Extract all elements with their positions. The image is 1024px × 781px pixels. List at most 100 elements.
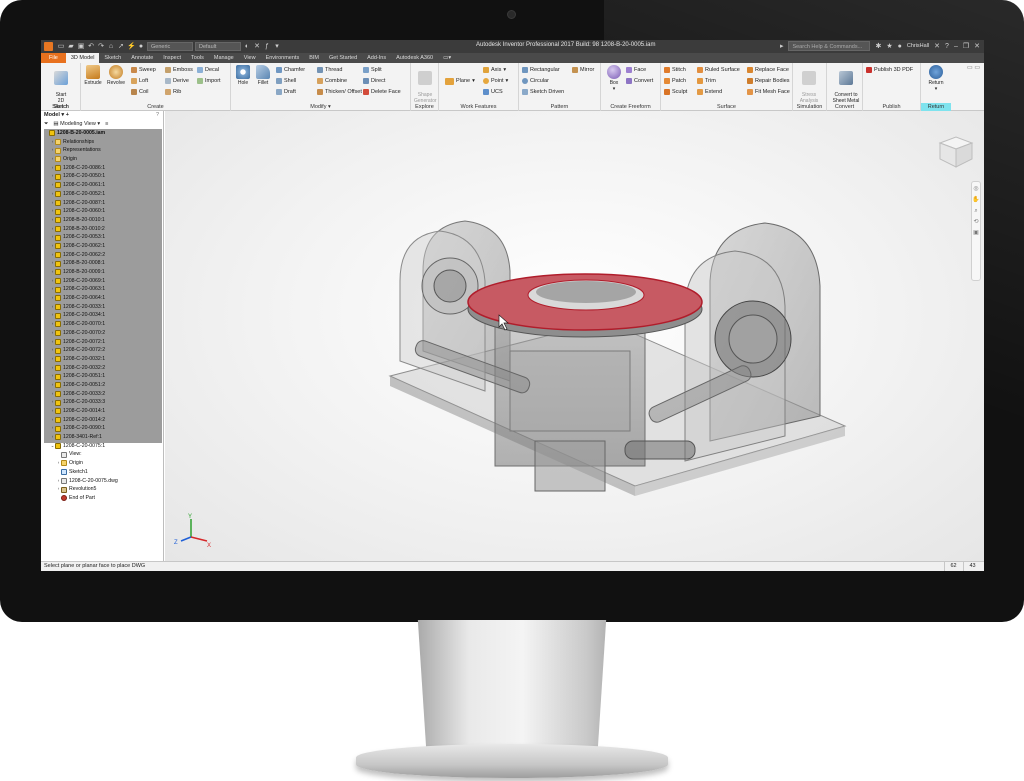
tree-node[interactable]: › 1208-C-20-0090:1 bbox=[41, 424, 163, 433]
extrude-button[interactable]: Extrude bbox=[82, 65, 104, 86]
repair-bodies-button[interactable]: Repair Bodies bbox=[747, 77, 790, 85]
search-arrow-icon[interactable]: ▸ bbox=[780, 42, 784, 50]
shell-button[interactable]: Shell bbox=[276, 77, 296, 85]
thread-button[interactable]: Thread bbox=[317, 66, 342, 74]
tree-node[interactable]: View: bbox=[41, 450, 163, 459]
exchange-icon[interactable]: ✕ bbox=[934, 42, 940, 50]
ruled-surface-button[interactable]: Ruled Surface bbox=[697, 66, 740, 74]
tree-node[interactable]: › 1208-C-20-0060:1 bbox=[41, 207, 163, 216]
tree-node[interactable]: › 1208-C-20-0072:1 bbox=[41, 338, 163, 347]
color-icon[interactable]: ● bbox=[137, 43, 145, 51]
tree-node[interactable]: › 1208-3401-Ref:1 bbox=[41, 433, 163, 442]
pan-icon[interactable]: ✋ bbox=[972, 197, 979, 204]
tab-3d-model[interactable]: 3D Model bbox=[65, 53, 100, 63]
help-search-input[interactable]: Search Help & Commands... bbox=[788, 41, 871, 51]
save-icon[interactable]: ▣ bbox=[77, 43, 85, 51]
tree-node[interactable]: › 1208-B-20-0009:1 bbox=[41, 268, 163, 277]
hole-button[interactable]: Hole bbox=[232, 65, 254, 86]
user-icon[interactable]: ● bbox=[898, 43, 902, 50]
tree-node[interactable]: › 1208-C-20-0032:2 bbox=[41, 364, 163, 373]
direct-button[interactable]: Direct bbox=[363, 77, 385, 85]
tree-node[interactable]: › 1208-C-20-0032:1 bbox=[41, 355, 163, 364]
filter-icon[interactable]: ⏷ bbox=[44, 120, 48, 129]
tree-node[interactable]: › Representations bbox=[41, 146, 163, 155]
draft-button[interactable]: Draft bbox=[276, 88, 296, 96]
tree-node[interactable]: › 1208-C-20-0087:1 bbox=[41, 199, 163, 208]
tree-node[interactable]: Sketch1 bbox=[41, 468, 163, 477]
tree-node[interactable]: › 1208-C-20-0062:2 bbox=[41, 251, 163, 260]
view-mode-select[interactable]: ▤ Modeling View ▾ bbox=[53, 120, 100, 129]
tree-node[interactable]: › 1208-C-20-0051:2 bbox=[41, 381, 163, 390]
tree-node[interactable]: › 1208-C-20-0033:2 bbox=[41, 390, 163, 399]
shape-generator-button[interactable]: Shape Generator bbox=[414, 65, 437, 104]
tree-node[interactable]: › 1208-C-20-0064:1 bbox=[41, 294, 163, 303]
tab-autodesk-a360[interactable]: Autodesk A360 bbox=[391, 53, 438, 63]
binoculars-icon[interactable]: ✱ bbox=[875, 42, 881, 50]
stress-analysis-button[interactable]: Stress Analysis bbox=[798, 65, 820, 104]
tree-node[interactable]: End of Part bbox=[41, 494, 163, 503]
tree-node[interactable]: › 1208-B-20-0010:2 bbox=[41, 225, 163, 234]
patch-button[interactable]: Patch bbox=[664, 77, 686, 85]
tree-node[interactable]: › 1208-C-20-0086:1 bbox=[41, 164, 163, 173]
combine-button[interactable]: Combine bbox=[317, 77, 347, 85]
rectangular-pattern-button[interactable]: Rectangular bbox=[522, 66, 560, 74]
customize-icon[interactable]: ▾ bbox=[273, 43, 281, 51]
update-icon[interactable]: ⚡ bbox=[127, 43, 136, 51]
replace-face-button[interactable]: Replace Face bbox=[747, 66, 789, 74]
tab-view[interactable]: View bbox=[239, 53, 261, 63]
restore-icon[interactable]: ❐ bbox=[963, 42, 969, 50]
sweep-button[interactable]: Sweep bbox=[131, 66, 156, 74]
minimize-icon[interactable]: – bbox=[954, 43, 958, 50]
material-select[interactable]: Generic bbox=[147, 42, 193, 51]
tree-node[interactable]: › Revolution5 bbox=[41, 485, 163, 494]
help-icon[interactable]: ? bbox=[945, 43, 949, 50]
loft-button[interactable]: Loft bbox=[131, 77, 148, 85]
tree-node[interactable]: › 1208-C-20-0014:2 bbox=[41, 416, 163, 425]
tab-add-ins[interactable]: Add-Ins bbox=[362, 53, 391, 63]
tab-inspect[interactable]: Inspect bbox=[158, 53, 186, 63]
undo-icon[interactable]: ↶ bbox=[87, 43, 95, 51]
orbit-icon[interactable]: ⟲ bbox=[973, 219, 978, 226]
tree-node[interactable]: › 1208-C-20-0075.dwg bbox=[41, 477, 163, 486]
circular-pattern-button[interactable]: Circular bbox=[522, 77, 549, 85]
browser-help-icon[interactable]: ? bbox=[156, 111, 159, 120]
tree-node[interactable]: › 1208-C-20-0052:1 bbox=[41, 190, 163, 199]
sketch-driven-pattern-button[interactable]: Sketch Driven bbox=[522, 88, 564, 96]
appearance-select[interactable]: Default bbox=[195, 42, 241, 51]
steering-wheel-icon[interactable]: ◎ bbox=[973, 186, 978, 193]
tab-annotate[interactable]: Annotate bbox=[126, 53, 158, 63]
tree-node[interactable]: › 1208-C-20-0051:1 bbox=[41, 372, 163, 381]
tab-sketch[interactable]: Sketch bbox=[99, 53, 126, 63]
tree-node[interactable]: › 1208-C-20-0072:2 bbox=[41, 346, 163, 355]
point-button[interactable]: Point ▾ bbox=[483, 77, 508, 85]
tree-node[interactable]: › 1208-C-20-0014:1 bbox=[41, 407, 163, 416]
open-folder-icon[interactable]: ▰ bbox=[67, 43, 75, 51]
tree-node[interactable]: › Origin bbox=[41, 155, 163, 164]
extend-button[interactable]: Extend bbox=[697, 88, 722, 96]
return-button[interactable]: Return ▾ bbox=[925, 65, 947, 92]
ribbon-options-icon[interactable]: ▭ ▭ bbox=[967, 64, 980, 71]
tree-node[interactable]: 1208-B-20-0005.iam bbox=[41, 129, 163, 138]
zoom-icon[interactable]: ⌕ bbox=[974, 208, 977, 215]
tab-manage[interactable]: Manage bbox=[209, 53, 239, 63]
graphics-viewport[interactable]: ◎ ✋ ⌕ ⟲ ▣ Y X Z bbox=[165, 111, 984, 561]
tab-environments[interactable]: Environments bbox=[261, 53, 305, 63]
tree-node[interactable]: › 1208-C-20-0069:1 bbox=[41, 277, 163, 286]
axis-button[interactable]: Axis ▾ bbox=[483, 66, 506, 74]
revolve-button[interactable]: Revolve bbox=[105, 65, 127, 86]
tree-node[interactable]: › 1208-C-20-0050:1 bbox=[41, 172, 163, 181]
box-button[interactable]: Box ▾ bbox=[603, 65, 625, 92]
derive-button[interactable]: Derive bbox=[165, 77, 189, 85]
tree-node[interactable]: › Relationships bbox=[41, 138, 163, 147]
tree-node[interactable]: › 1208-C-20-0062:1 bbox=[41, 242, 163, 251]
tree-node[interactable]: › 1208-C-20-0053:1 bbox=[41, 233, 163, 242]
redo-icon[interactable]: ↷ bbox=[97, 43, 105, 51]
trim-button[interactable]: Trim bbox=[697, 77, 716, 85]
tree-node[interactable]: › 1208-C-20-0033:3 bbox=[41, 398, 163, 407]
inventor-logo-icon[interactable] bbox=[44, 42, 53, 51]
tree-node[interactable]: ⌄ 1208-C-20-0075:1 bbox=[41, 442, 163, 451]
close-icon[interactable]: ✕ bbox=[974, 42, 980, 50]
convert-sheet-metal-button[interactable]: Convert to Sheet Metal bbox=[832, 65, 860, 104]
select-icon[interactable]: ➚ bbox=[117, 43, 125, 51]
coil-button[interactable]: Coil bbox=[131, 88, 148, 96]
